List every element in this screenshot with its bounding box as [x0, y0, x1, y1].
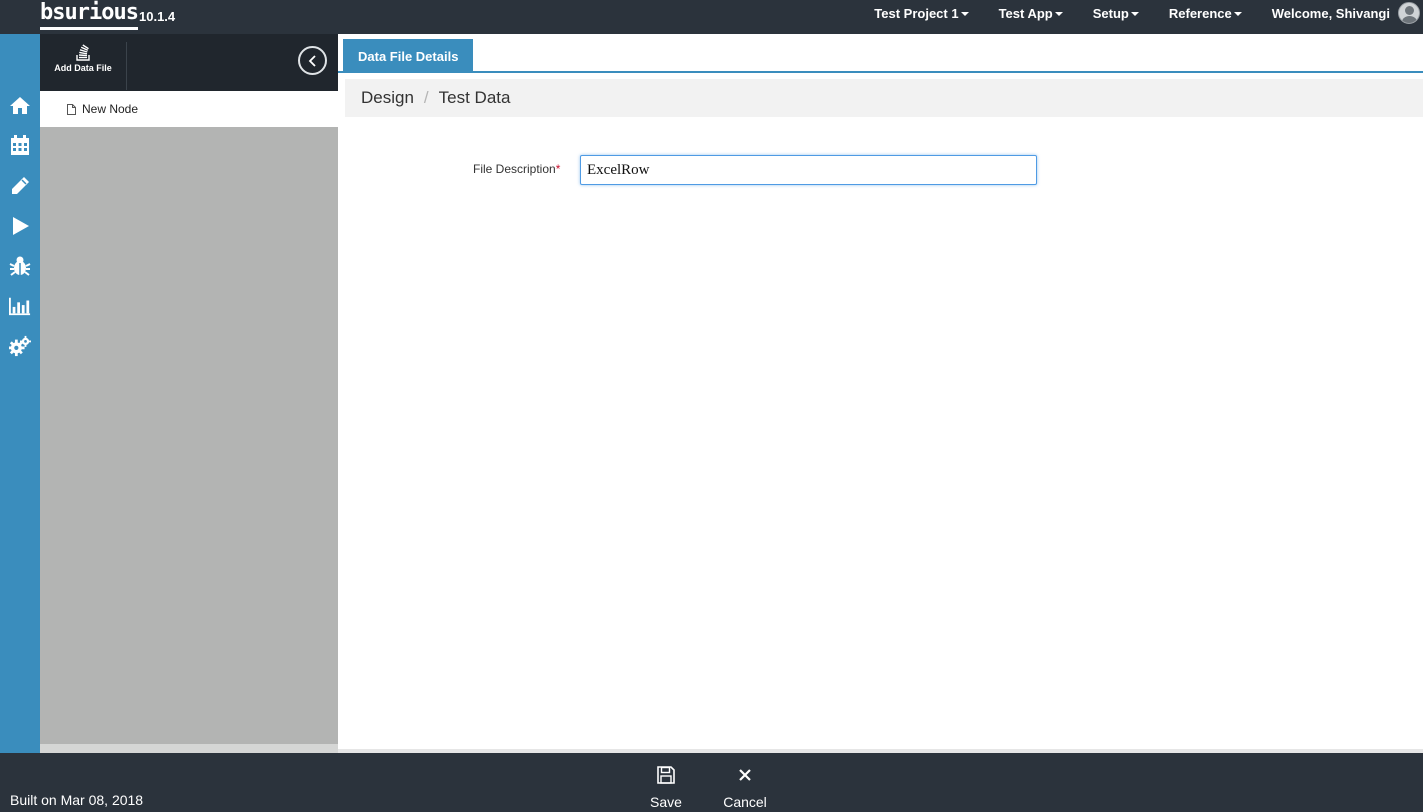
floppy-disk-icon: [657, 766, 675, 784]
home-icon[interactable]: [9, 94, 31, 116]
file-description-input[interactable]: [580, 155, 1037, 185]
nav-project-dropdown[interactable]: Test Project 1: [874, 5, 969, 21]
build-date-text: Built on Mar 08, 2018: [10, 792, 144, 808]
tree-node[interactable]: New Node: [40, 91, 338, 127]
tree-node-label: New Node: [82, 102, 139, 116]
cancel-label: Cancel: [723, 794, 767, 810]
pencil-icon[interactable]: [9, 175, 31, 197]
save-button[interactable]: Save: [636, 765, 696, 810]
add-data-file-button[interactable]: Add Data File: [40, 42, 127, 90]
file-description-label: File Description*: [473, 162, 560, 176]
top-nav-menu: Test Project 1 Test App Setup Reference …: [844, 0, 1423, 26]
nav-setup-dropdown[interactable]: Setup: [1093, 6, 1139, 21]
file-description-label-text: File Description: [473, 162, 556, 176]
nav-setup-label: Setup: [1092, 5, 1129, 21]
nav-reference-dropdown[interactable]: Reference: [1169, 6, 1242, 21]
tree-panel-scrollbar[interactable]: [40, 744, 338, 753]
bug-icon[interactable]: [9, 255, 31, 277]
bottom-action-bar: Built on Mar 08, 2018 Save Cancel: [0, 753, 1423, 812]
left-icon-rail: [0, 34, 40, 753]
caret-down-icon: [1054, 11, 1063, 16]
close-icon: [739, 769, 751, 781]
top-navigation-bar: bsurious 10.1.4 Test Project 1 Test App …: [0, 0, 1423, 34]
add-data-file-label: Add Data File: [54, 63, 112, 73]
welcome-user-text[interactable]: Welcome, Shivangi: [1272, 6, 1390, 21]
tab-data-file-details[interactable]: Data File Details: [343, 39, 474, 73]
tree-toolbar: Add Data File: [40, 34, 338, 91]
required-mark: *: [555, 162, 561, 176]
nav-app-label: Test App: [998, 5, 1053, 21]
app-logo[interactable]: bsurious: [40, 0, 139, 34]
breadcrumb-test-data: Test Data: [438, 88, 511, 107]
nav-project-label: Test Project 1: [874, 5, 959, 21]
app-logo-text: bsurious: [40, 0, 139, 30]
save-label: Save: [650, 794, 682, 810]
cogs-icon[interactable]: [9, 335, 31, 357]
nav-reference-label: Reference: [1168, 5, 1232, 21]
breadcrumb: Design / Test Data: [345, 79, 1423, 117]
bar-chart-icon[interactable]: [9, 295, 31, 317]
chevron-left-icon: [308, 54, 316, 67]
tab-strip: Data File Details: [338, 34, 1423, 73]
caret-down-icon: [960, 11, 969, 16]
nav-app-dropdown[interactable]: Test App: [999, 6, 1063, 21]
play-icon[interactable]: [9, 215, 31, 237]
breadcrumb-separator: /: [423, 88, 429, 107]
collapse-panel-button[interactable]: [298, 46, 327, 75]
app-version: 10.1.4: [139, 9, 176, 24]
stack-add-icon: [76, 44, 90, 61]
file-icon: [67, 103, 76, 115]
caret-down-icon: [1233, 11, 1242, 16]
cancel-button[interactable]: Cancel: [715, 765, 775, 810]
caret-down-icon: [1130, 11, 1139, 16]
user-avatar-icon[interactable]: [1398, 2, 1420, 24]
calendar-icon[interactable]: [9, 134, 31, 156]
breadcrumb-design[interactable]: Design: [361, 88, 414, 108]
tree-panel-body: [40, 127, 338, 744]
